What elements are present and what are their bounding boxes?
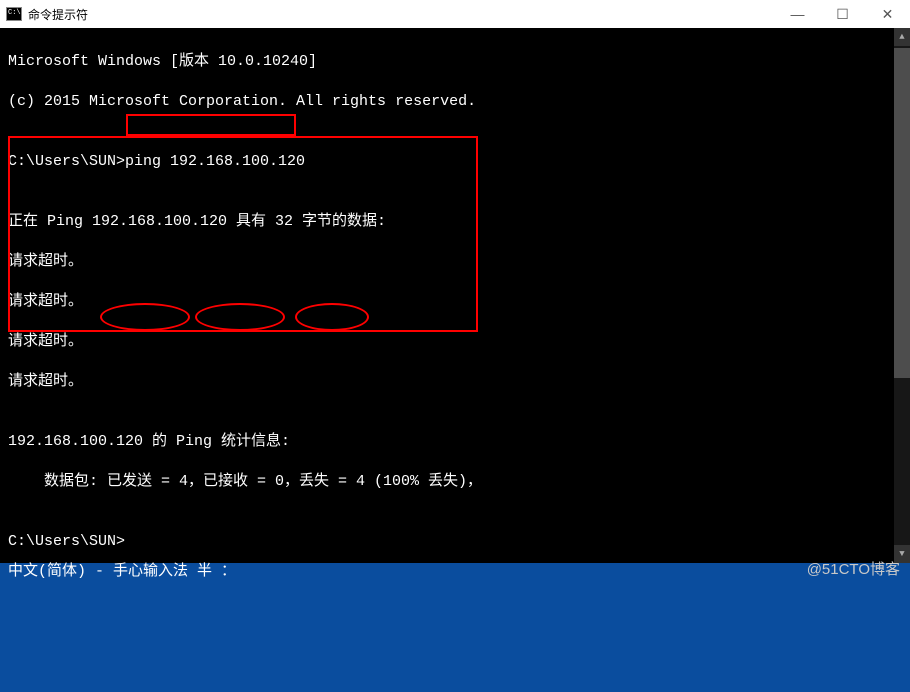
maximize-button[interactable]: ☐ xyxy=(820,0,865,28)
window-controls: — ☐ ✕ xyxy=(775,0,910,28)
ime-status: 中文(简体) - 手心输入法 半 ： xyxy=(8,561,236,583)
prompt-idle: C:\Users\SUN> xyxy=(8,532,902,552)
os-version-line: Microsoft Windows [版本 10.0.10240] xyxy=(8,52,902,72)
prompt-command-line: C:\Users\SUN>ping 192.168.100.120 xyxy=(8,152,902,172)
window-titlebar: 命令提示符 — ☐ ✕ xyxy=(0,0,910,28)
ping-header: 正在 Ping 192.168.100.120 具有 32 字节的数据: xyxy=(8,212,902,232)
copyright-line: (c) 2015 Microsoft Corporation. All righ… xyxy=(8,92,902,112)
close-button[interactable]: ✕ xyxy=(865,0,910,28)
ping-command: ping 192.168.100.120 xyxy=(125,153,305,170)
minimize-button[interactable]: — xyxy=(775,0,820,28)
ping-stats-packets: 数据包: 已发送 = 4，已接收 = 0，丢失 = 4 (100% 丢失)， xyxy=(8,472,902,492)
ping-stats-header: 192.168.100.120 的 Ping 统计信息: xyxy=(8,432,902,452)
ping-timeout: 请求超时。 xyxy=(8,292,902,312)
watermark: @51CTO博客 xyxy=(807,558,900,579)
ping-timeout: 请求超时。 xyxy=(8,332,902,352)
window-title: 命令提示符 xyxy=(28,6,88,23)
ping-timeout: 请求超时。 xyxy=(8,372,902,392)
cmd-icon xyxy=(6,7,22,21)
prompt-path: C:\Users\SUN> xyxy=(8,153,125,170)
terminal-output[interactable]: Microsoft Windows [版本 10.0.10240] (c) 20… xyxy=(0,28,910,563)
ping-timeout: 请求超时。 xyxy=(8,252,902,272)
scroll-up-icon[interactable]: ▲ xyxy=(894,28,910,46)
scroll-thumb[interactable] xyxy=(894,48,910,378)
annotation-command-highlight xyxy=(126,114,296,136)
scrollbar[interactable]: ▲ ▼ xyxy=(894,28,910,563)
